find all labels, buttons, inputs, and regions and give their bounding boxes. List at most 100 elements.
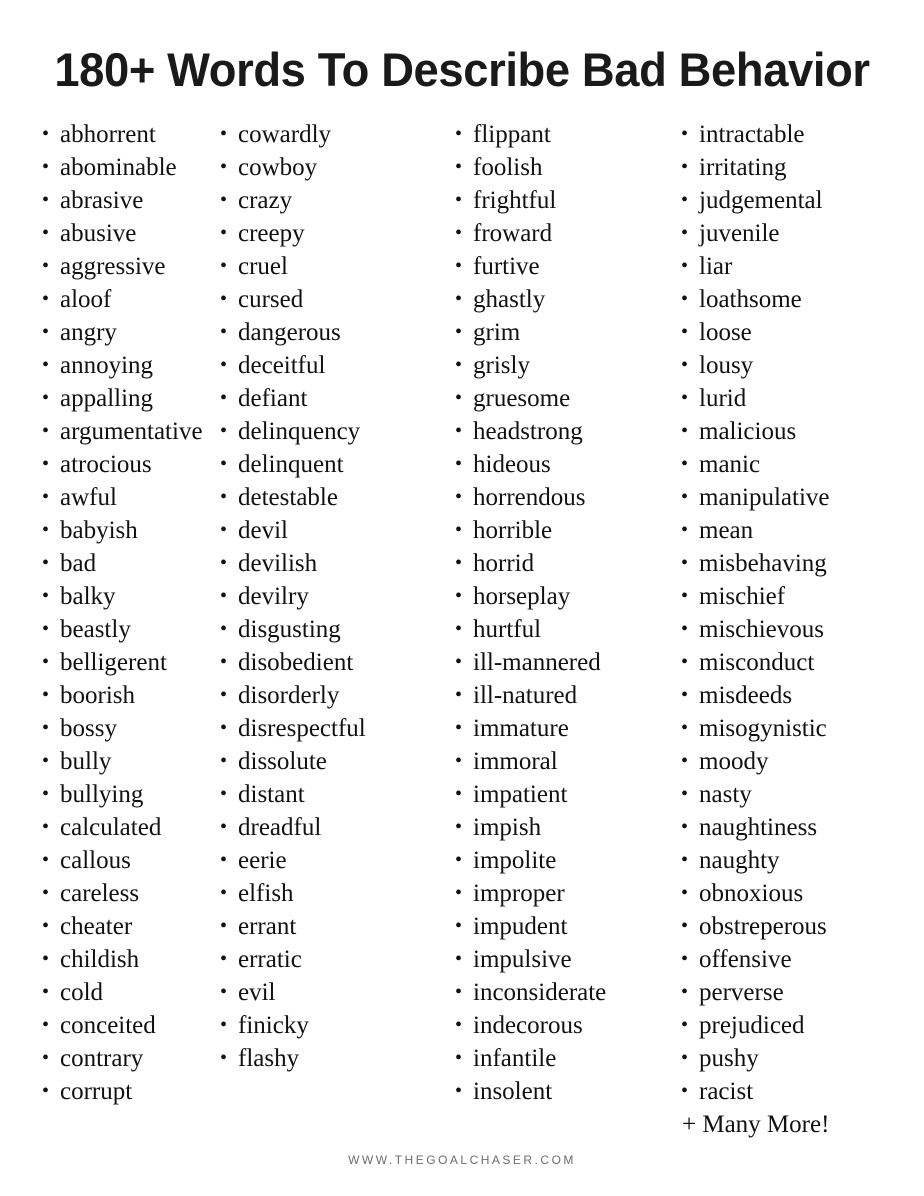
bullet-icon: • [455,453,463,475]
bullet-icon: • [681,354,689,376]
bullet-icon: • [42,849,50,871]
word-label: cursed [238,286,304,313]
bullet-icon: • [455,420,463,442]
word-list: • cowardly • cowboy • crazy • creepy • cruel • curs… [214,118,442,1075]
word-label: impolite [473,847,557,874]
page-title: 180+ Words To Describe Bad Behavior [54,43,870,97]
bullet-icon: • [681,750,689,772]
bullet-icon: • [220,750,228,772]
bullet-icon: • [455,1014,463,1036]
bullet-icon: • [681,882,689,904]
word-label: mischievous [699,616,824,643]
word-label: ill-mannered [473,649,601,676]
bullet-icon: • [42,717,50,739]
list-item: • cheater [36,910,207,943]
list-item: • headstrong [449,415,667,448]
word-label: loose [699,319,752,346]
list-item: • bossy [36,712,207,745]
word-label: frightful [473,187,557,214]
bullet-icon: • [681,1047,689,1069]
word-label: horrid [473,550,535,577]
word-label: corrupt [60,1078,133,1105]
bullet-icon: • [220,1014,228,1036]
word-label: deceitful [238,352,326,379]
bullet-icon: • [455,816,463,838]
bullet-icon: • [455,354,463,376]
bullet-icon: • [42,288,50,310]
word-label: devilish [238,550,318,577]
word-label: indecorous [473,1012,583,1039]
bullet-icon: • [681,552,689,574]
word-label: cowboy [238,154,318,181]
bullet-icon: • [42,453,50,475]
word-label: cold [60,979,104,1006]
bullet-icon: • [681,123,689,145]
word-label: loathsome [699,286,802,313]
bullet-icon: • [681,255,689,277]
list-item: • creepy [214,217,442,250]
list-item: • liar [675,250,897,283]
list-item: • malicious [675,415,897,448]
word-label: obstreperous [699,913,827,940]
word-label: elfish [238,880,294,907]
list-item: • naughtiness [675,811,897,844]
word-label: furtive [473,253,540,280]
list-item: • nasty [675,778,897,811]
word-label: babyish [60,517,138,544]
bullet-icon: • [681,1014,689,1036]
bullet-icon: • [455,684,463,706]
bullet-icon: • [455,585,463,607]
list-item: • mean [675,514,897,547]
word-label: malicious [699,418,797,445]
list-item: • frightful [449,184,667,217]
bullet-icon: • [220,288,228,310]
bullet-icon: • [42,222,50,244]
bullet-icon: • [681,453,689,475]
word-label: insolent [473,1078,553,1105]
word-label: atrocious [60,451,152,478]
list-item: • annoying [36,349,207,382]
bullet-icon: • [220,1047,228,1069]
bullet-icon: • [681,189,689,211]
list-item: • ghastly [449,283,667,316]
word-label: abusive [60,220,137,247]
word-label: immature [473,715,569,742]
word-label: inconsiderate [473,979,607,1006]
word-label: dangerous [238,319,341,346]
word-label: bullying [60,781,144,808]
word-columns-container: • abhorrent • abominable • abrasive • abusive • a… [0,118,924,1138]
list-item: • hideous [449,448,667,481]
word-label: dissolute [238,748,327,775]
word-label: bully [60,748,112,775]
bullet-icon: • [42,684,50,706]
bullet-icon: • [220,519,228,541]
bullet-icon: • [42,552,50,574]
list-item: • abusive [36,217,207,250]
word-label: improper [473,880,565,907]
bullet-icon: • [220,123,228,145]
word-label: creepy [238,220,305,247]
bullet-icon: • [455,255,463,277]
word-label: detestable [238,484,338,511]
word-label: bossy [60,715,117,742]
list-item: • delinquent [214,448,442,481]
word-label: flippant [473,121,551,148]
bullet-icon: • [220,321,228,343]
list-item: • impolite [449,844,667,877]
word-label: erratic [238,946,302,973]
word-label: devilry [238,583,309,610]
word-label: intractable [699,121,805,148]
bullet-icon: • [42,816,50,838]
bullet-icon: • [455,651,463,673]
word-label: disobedient [238,649,354,676]
list-item: • bully [36,745,207,778]
word-list: • intractable • irritating • judgemental • juve… [675,118,897,1141]
bullet-icon: • [42,915,50,937]
word-label: manipulative [699,484,830,511]
word-label: naughty [699,847,780,874]
list-item: • misbehaving [675,547,897,580]
word-label: delinquent [238,451,344,478]
word-label: delinquency [238,418,361,445]
word-label: childish [60,946,140,973]
bullet-icon: • [455,783,463,805]
